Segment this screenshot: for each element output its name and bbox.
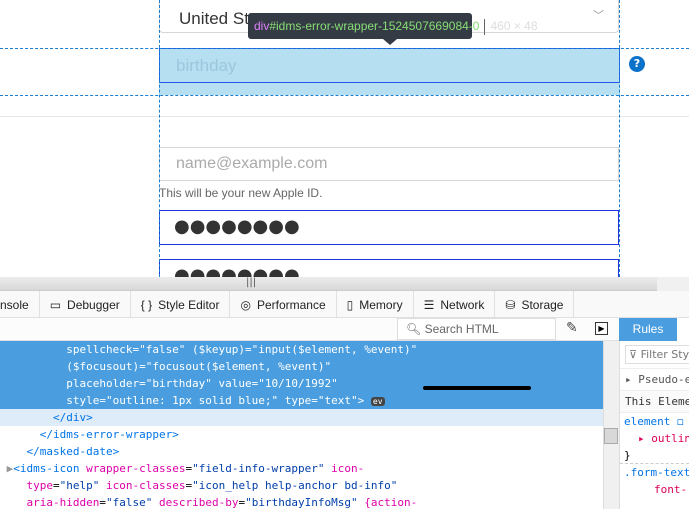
markup-line[interactable]: </masked-date> xyxy=(0,443,603,460)
splitter-corner xyxy=(657,277,689,291)
devtools-splitter[interactable] xyxy=(0,277,657,291)
markup-line[interactable]: type="help" icon-classes="icon_help help… xyxy=(0,477,603,494)
network-icon: ☰ xyxy=(423,297,435,312)
tab-memory[interactable]: ▯ Memory xyxy=(337,291,414,318)
rule-selector: .form-textbox xyxy=(624,466,689,479)
tab-debugger[interactable]: ▭ Debugger xyxy=(40,291,131,318)
rule-selector: element ◻ xyxy=(624,415,684,428)
web-page: United States ﹀ birthday ? div#idms-error… xyxy=(0,0,689,277)
markup-line[interactable]: </idms-error-wrapper> xyxy=(0,426,603,443)
redaction-mark xyxy=(423,386,531,390)
guide-line xyxy=(0,95,689,96)
markup-line[interactable]: ▶<idms-icon wrapper-classes="field-info-… xyxy=(0,460,603,477)
rule-close: } xyxy=(620,447,689,464)
help-icon[interactable]: ? xyxy=(629,56,645,72)
markup-line[interactable]: style="outline: 1px solid blue;" type="t… xyxy=(0,392,603,409)
tab-network[interactable]: ☰ Network xyxy=(414,291,496,318)
markup-line[interactable]: spellcheck="false" ($keyup)="input($elem… xyxy=(0,341,603,358)
guide-line xyxy=(159,0,160,277)
grip-icon[interactable]: ||| xyxy=(246,277,256,288)
pseudo-elements-toggle[interactable]: ▸ Pseudo-elements xyxy=(620,369,689,391)
markup-scrollbar[interactable] xyxy=(603,341,619,509)
guide-line xyxy=(0,48,689,49)
toggle-sidebar-icon[interactable]: ▶ xyxy=(595,322,608,335)
filter-styles-input[interactable]: ⊽ Filter Styles xyxy=(620,341,689,369)
memory-icon: ▯ xyxy=(346,297,354,312)
markup-line[interactable]: ($focusout)="focusout($element, %event)" xyxy=(0,358,603,375)
markup-line[interactable]: aria-hidden="false" described-by="birthd… xyxy=(0,494,603,509)
inspector-tooltip: div#idms-error-wrapper-1524507669084-0 46… xyxy=(248,13,538,39)
scrollbar-thumb[interactable] xyxy=(604,428,618,444)
storage-icon: ⛁ xyxy=(505,297,516,312)
birthday-input[interactable]: birthday xyxy=(159,48,620,83)
markup-view: spellcheck="false" ($keyup)="input($elem… xyxy=(0,341,603,509)
tab-console[interactable]: nsole xyxy=(0,291,40,318)
braces-icon: { } xyxy=(140,297,153,312)
password-input[interactable]: ●●●●●●●● xyxy=(159,210,619,245)
tab-style-editor[interactable]: { } Style Editor xyxy=(131,291,231,318)
devtools-tabs: nsole ▭ Debugger { } Style Editor ◎ Perform… xyxy=(0,291,689,318)
eyedropper-icon[interactable]: ✎ xyxy=(566,320,578,336)
this-element-header: This Element xyxy=(620,391,689,413)
rule-property[interactable]: font- xyxy=(620,481,689,498)
debugger-icon: ▭ xyxy=(49,297,62,312)
tab-rules[interactable]: Rules xyxy=(619,318,677,341)
rule-property[interactable]: ▸ outline xyxy=(620,430,689,447)
chevron-down-icon: ﹀ xyxy=(593,10,604,22)
email-hint: This will be your new Apple ID. xyxy=(159,186,323,200)
email-input[interactable]: name@example.com xyxy=(159,147,619,181)
search-html-input[interactable]: 🔍︎ Search HTML xyxy=(397,318,556,340)
tab-performance[interactable]: ◎ Performance xyxy=(230,291,337,318)
divider xyxy=(0,116,689,117)
tab-storage[interactable]: ⛁ Storage xyxy=(495,291,575,318)
confirm-password-input[interactable]: ●●●●●●●● xyxy=(159,259,619,277)
rules-panel: ⊽ Filter Styles ▸ Pseudo-elements This E… xyxy=(619,341,689,509)
event-badge[interactable]: ev xyxy=(370,397,385,406)
tooltip-arrow xyxy=(383,39,397,45)
markup-line[interactable]: </div> xyxy=(0,409,603,426)
guide-line xyxy=(619,0,620,277)
performance-icon: ◎ xyxy=(240,297,251,312)
